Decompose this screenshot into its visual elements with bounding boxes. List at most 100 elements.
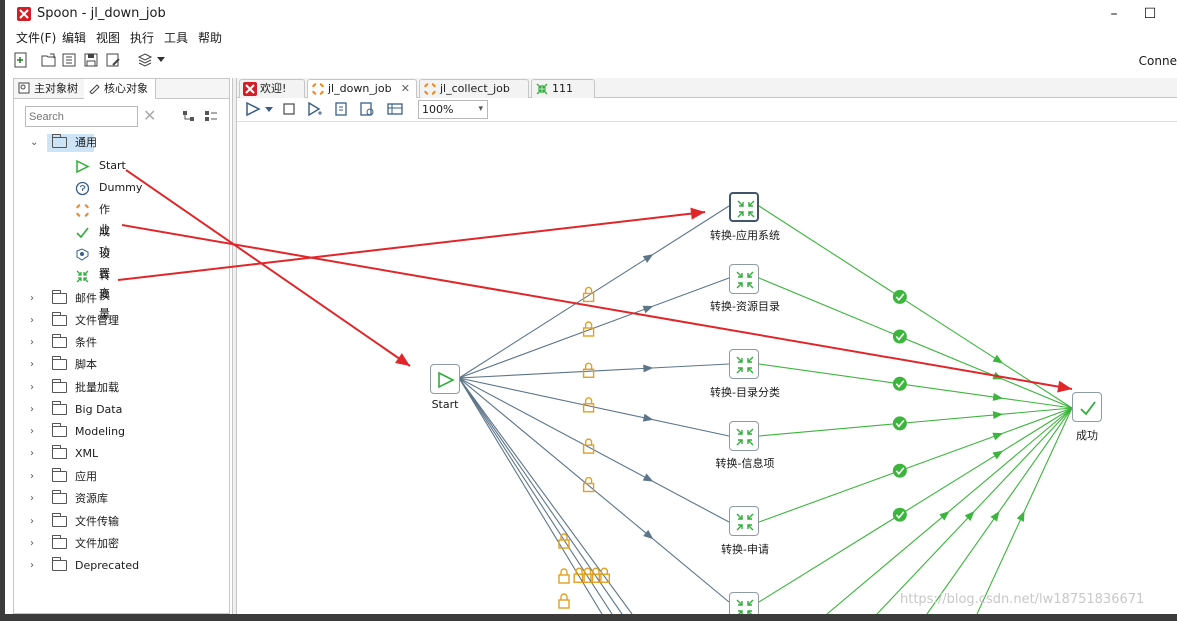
menu-file[interactable]: 文件(F) — [16, 29, 56, 46]
hop-start-to-transformation[interactable] — [458, 377, 623, 614]
hop-start-to-transformation[interactable] — [458, 377, 633, 614]
tree-folder-xml[interactable]: › XML — [30, 444, 220, 464]
tree-folder-utility[interactable]: › 应用 — [30, 467, 220, 487]
hop-arrow — [1016, 511, 1025, 522]
tab-main-tree[interactable]: 主对象树 — [14, 79, 84, 99]
success-check-icon — [892, 416, 907, 431]
collapse-tree-icon[interactable] — [204, 109, 218, 123]
menu-run[interactable]: 执行 — [130, 29, 154, 46]
hop-start-to-transformation[interactable] — [458, 205, 730, 379]
tree-folder-deprecated[interactable]: › Deprecated — [30, 556, 220, 576]
chevron-right-icon[interactable]: › — [30, 289, 40, 309]
clear-search-icon[interactable]: ✕ — [143, 106, 156, 125]
node-label: 转换-信息项 — [715, 457, 775, 470]
chevron-right-icon[interactable]: › — [30, 556, 40, 576]
tree-folder-label: Modeling — [75, 425, 126, 438]
tree-folder-big-data[interactable]: › Big Data — [30, 400, 220, 420]
chevron-right-icon[interactable]: › — [30, 311, 40, 331]
tree-folder-bulk-loading[interactable]: › 批量加载 — [30, 378, 220, 398]
tree-folder-conditions[interactable]: › 条件 — [30, 333, 220, 353]
sql-icon[interactable] — [359, 101, 375, 117]
folder-icon — [52, 535, 67, 549]
expand-tree-icon[interactable] — [182, 109, 196, 123]
chevron-right-icon[interactable]: › — [30, 534, 40, 554]
tree-folder-scripting[interactable]: › 脚本 — [30, 355, 220, 375]
close-tab-icon[interactable]: ✕ — [401, 80, 410, 98]
node-transformation-partial[interactable] — [729, 592, 759, 614]
lock-icon — [582, 286, 595, 303]
hop-arrow — [992, 432, 1004, 441]
pencil-icon — [89, 84, 100, 94]
zoom-select[interactable]: 100% ▾ — [418, 100, 488, 119]
chevron-right-icon[interactable]: › — [30, 512, 40, 532]
chevron-right-icon[interactable]: › — [30, 489, 40, 509]
minimize-button[interactable]: – — [1094, 3, 1134, 25]
node-transformation-info-item[interactable] — [729, 421, 759, 451]
hop-transformation-to-success[interactable] — [758, 363, 1073, 409]
run-dropdown-icon[interactable] — [265, 107, 273, 113]
chevron-right-icon[interactable]: › — [30, 467, 40, 487]
explore-db-icon[interactable] — [387, 101, 403, 117]
chevron-right-icon[interactable]: › — [30, 400, 40, 420]
save-as-icon[interactable] — [105, 52, 121, 68]
explore-repository-icon[interactable] — [61, 52, 77, 68]
node-label: 转换-资源目录 — [710, 300, 780, 313]
tree-folder-mail[interactable]: › 邮件 — [30, 289, 220, 309]
hop-lines — [458, 205, 1073, 614]
replay-icon[interactable] — [333, 101, 349, 117]
tree-folder-file-transfer[interactable]: › 文件传输 — [30, 512, 220, 532]
menu-edit[interactable]: 编辑 — [62, 29, 86, 46]
tab-jl-down-job[interactable]: jl_down_job ✕ — [307, 79, 417, 98]
open-file-icon[interactable] — [41, 52, 57, 68]
folder-icon — [52, 356, 67, 370]
preview-icon[interactable] — [307, 101, 323, 117]
tree-folder-file-management[interactable]: › 文件管理 — [30, 311, 220, 331]
hop-transformation-to-success[interactable] — [758, 407, 1073, 437]
tab-welcome[interactable]: 欢迎! — [239, 79, 305, 98]
maximize-button[interactable]: ☐ — [1130, 3, 1170, 25]
menu-tools[interactable]: 工具 — [164, 29, 188, 46]
menu-view[interactable]: 视图 — [96, 29, 120, 46]
new-file-icon[interactable] — [13, 52, 29, 68]
connect-button[interactable]: Conne — [1139, 54, 1177, 68]
chevron-right-icon[interactable]: › — [30, 422, 40, 442]
hop-transformation-to-success[interactable] — [758, 205, 1073, 409]
hop-start-to-transformation[interactable] — [458, 377, 613, 614]
hop-start-to-transformation[interactable] — [458, 377, 603, 614]
hop-transformation-to-success[interactable] — [758, 277, 1073, 409]
tab-jl-collect-job[interactable]: jl_collect_job — [419, 79, 529, 98]
node-transformation-resource-catalog[interactable] — [729, 264, 759, 294]
chevron-right-icon[interactable]: › — [30, 355, 40, 375]
transformation-icon — [76, 270, 89, 283]
success-icon — [1080, 401, 1096, 416]
chevron-right-icon[interactable]: › — [30, 333, 40, 353]
tree-folder-repository[interactable]: › 资源库 — [30, 489, 220, 509]
tree-folder-file-encryption[interactable]: › 文件加密 — [30, 534, 220, 554]
search-input[interactable] — [25, 106, 138, 127]
node-label: 转换-应用系统 — [710, 229, 780, 242]
tree-folder-modeling[interactable]: › Modeling — [30, 422, 220, 442]
layers-icon[interactable] — [137, 52, 153, 68]
save-icon[interactable] — [83, 52, 99, 68]
chevron-right-icon[interactable]: › — [30, 378, 40, 398]
chevron-right-icon[interactable]: › — [30, 444, 40, 464]
node-transformation-catalog-classification[interactable] — [729, 349, 759, 379]
node-success[interactable] — [1072, 392, 1102, 422]
job-canvas[interactable]: Start 转换-应用系统 转换-资源目录 转换-目录分类 转换-信息项 转换-… — [237, 122, 1177, 614]
stop-icon[interactable] — [281, 101, 297, 117]
node-transformation-app-system[interactable] — [729, 192, 759, 222]
tree-folder-label: 批量加载 — [75, 381, 119, 394]
start-icon — [76, 159, 90, 174]
transformation-icon — [736, 356, 754, 374]
tab-core-objects[interactable]: 核心对象 — [84, 79, 156, 99]
tree-folder-general[interactable]: ⌄ 通用 — [30, 133, 220, 153]
layers-dropdown-icon[interactable] — [157, 57, 165, 63]
node-start[interactable] — [430, 364, 460, 394]
tab-111[interactable]: 111 — [531, 79, 595, 98]
run-icon[interactable] — [245, 101, 261, 117]
node-transformation-application[interactable] — [729, 506, 759, 536]
chevron-down-icon[interactable]: ⌄ — [30, 133, 40, 153]
job-icon — [76, 204, 89, 217]
menu-help[interactable]: 帮助 — [198, 29, 222, 46]
editor-tabs: 欢迎! jl_down_job ✕ jl_collect_job 111 — [237, 78, 1177, 98]
